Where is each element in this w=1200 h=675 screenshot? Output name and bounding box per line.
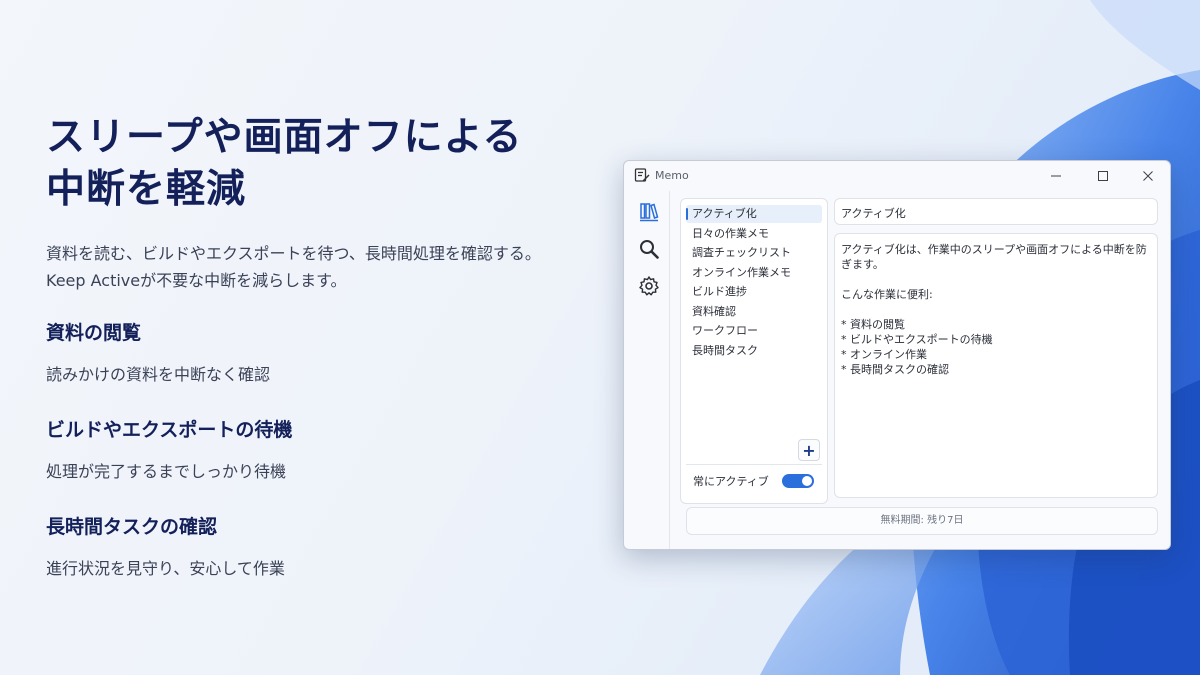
memo-list-item[interactable]: 資料確認 <box>686 303 822 321</box>
close-button[interactable] <box>1136 166 1160 186</box>
memo-list-item[interactable]: 調査チェックリスト <box>686 244 822 262</box>
always-active-toggle[interactable] <box>782 474 814 488</box>
memo-list-item[interactable]: ワークフロー <box>686 322 822 340</box>
minimize-button[interactable] <box>1044 166 1068 186</box>
side-rail <box>624 191 670 549</box>
memo-list-item[interactable]: オンライン作業メモ <box>686 264 822 282</box>
memo-list-panel: アクティブ化 日々の作業メモ 調査チェックリスト オンライン作業メモ ビルド進捗… <box>680 198 828 504</box>
minimize-icon <box>1051 175 1061 177</box>
feature-title: ビルドやエクスポートの待機 <box>46 419 293 441</box>
books-icon[interactable] <box>638 201 660 223</box>
maximize-button[interactable] <box>1091 166 1115 186</box>
feature-build-wait: ビルドやエクスポートの待機 処理が完了するまでしっかり待機 <box>46 415 566 482</box>
feature-text: 処理が完了するまでしっかり待機 <box>46 462 287 481</box>
memo-list-item[interactable]: ビルド進捗 <box>686 283 822 301</box>
feature-text: 読みかけの資料を中断なく確認 <box>46 365 271 384</box>
feature-text: 進行状況を見守り、安心して作業 <box>46 559 285 578</box>
always-active-label: 常にアクティブ <box>693 475 769 488</box>
window-title: Memo <box>655 169 689 182</box>
memo-list-item[interactable]: 長時間タスク <box>686 342 822 360</box>
divider <box>686 464 822 465</box>
trial-status-bar: 無料期間: 残り7日 <box>686 507 1158 535</box>
feature-long-task: 長時間タスクの確認 進行状況を見守り、安心して作業 <box>46 512 566 579</box>
feature-title: 長時間タスクの確認 <box>46 516 218 538</box>
hero-title: スリープや画面オフによる 中断を軽減 <box>46 115 523 212</box>
memo-list-item[interactable]: 日々の作業メモ <box>686 225 822 243</box>
gear-icon[interactable] <box>638 275 660 297</box>
memo-title-input[interactable]: アクティブ化 <box>834 198 1158 225</box>
maximize-icon <box>1098 171 1108 181</box>
memo-app-icon <box>634 168 650 182</box>
title-bar[interactable]: Memo <box>624 161 1170 191</box>
memo-body-textarea[interactable]: アクティブ化は、作業中のスリープや画面オフによる中断を防ぎます。 こんな作業に便… <box>834 233 1158 498</box>
toggle-knob <box>802 476 812 486</box>
search-icon[interactable] <box>638 238 660 260</box>
add-memo-button[interactable]: + <box>798 439 820 461</box>
close-icon <box>1143 171 1153 181</box>
feature-reading: 資料の閲覧 読みかけの資料を中断なく確認 <box>46 318 566 385</box>
hero-description: 資料を読む、ビルドやエクスポートを待つ、長時間処理を確認する。 Keep Act… <box>46 244 541 290</box>
feature-title: 資料の閲覧 <box>46 322 142 344</box>
memo-window: Memo アクティブ化 日々の作業メモ 調査チェックリスト オンライン作業メモ … <box>623 160 1171 550</box>
memo-list-item[interactable]: アクティブ化 <box>686 205 822 223</box>
hero: スリープや画面オフによる 中断を軽減 資料を読む、ビルドやエクスポートを待つ、長… <box>46 112 606 294</box>
